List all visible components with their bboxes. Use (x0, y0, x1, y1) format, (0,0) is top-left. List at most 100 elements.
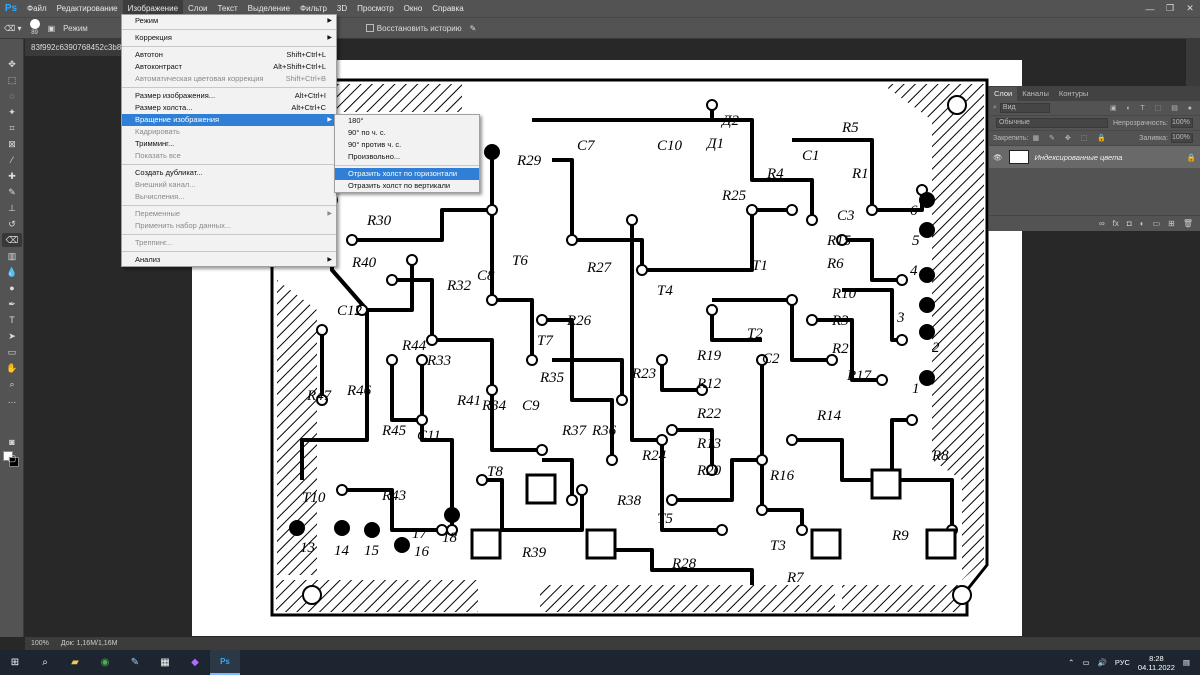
eraser-tool-icon[interactable]: ⌫ (2, 233, 22, 247)
search-icon: ⌕ (993, 104, 997, 111)
add-mask-icon[interactable]: ◘ (1127, 219, 1132, 228)
image-menu-item-shortcut: Alt+Ctrl+C (291, 103, 326, 112)
eye-icon[interactable]: 👁 (993, 153, 1003, 162)
paint-icon[interactable]: ✎ (120, 650, 150, 675)
blend-mode-select[interactable]: Обычные (996, 118, 1108, 128)
delete-layer-icon[interactable]: 🗑 (1183, 219, 1193, 228)
layer-item[interactable]: 👁 Индексированные цвета 🔒 (989, 146, 1200, 168)
app-icon[interactable]: ◆ (180, 650, 210, 675)
dodge-tool-icon[interactable]: ● (2, 281, 22, 295)
opacity-label: Непрозрачность: (1113, 119, 1168, 127)
image-menu-item[interactable]: Коррекция ▶ (122, 32, 336, 44)
image-rotation-submenu: 180° 90° по ч. с. 90° против ч. с. Произвол… (334, 114, 480, 193)
type-tool-icon[interactable]: T (2, 313, 22, 327)
language-indicator[interactable]: РУС (1115, 658, 1130, 667)
tab-channels[interactable]: Каналы (1017, 87, 1054, 101)
blur-tool-icon[interactable]: 💧 (2, 265, 22, 279)
pcb-label: R26 (566, 313, 592, 329)
zoom-tool-icon[interactable]: ⌕ (2, 377, 22, 391)
windows-start-icon[interactable]: ⊞ (0, 650, 30, 675)
image-menu-item[interactable]: Создать дубликат... (122, 167, 336, 179)
menu-file[interactable]: Файл (22, 0, 52, 17)
maximize-button[interactable]: ❐ (1160, 0, 1180, 17)
healing-tool-icon[interactable]: ✚ (2, 169, 22, 183)
brush-tool-icon[interactable]: ✎ (2, 185, 22, 199)
rotate-menu-item[interactable]: 180° (335, 115, 479, 127)
image-menu-item[interactable]: Режим ▶ (122, 15, 336, 27)
pcb-label: T6 (512, 253, 528, 269)
panel-icon-strip (1186, 39, 1200, 86)
image-menu-item[interactable]: Автоконтраст Alt+Shift+Ctrl+L (122, 61, 336, 73)
rotate-menu-item[interactable]: Произвольно... (335, 151, 479, 163)
shape-tool-icon[interactable]: ▭ (2, 345, 22, 359)
menu-view[interactable]: Просмотр (352, 0, 399, 17)
eyedropper-tool-icon[interactable]: ⁄ (2, 153, 22, 167)
path-select-tool-icon[interactable]: ➤ (2, 329, 22, 343)
marquee-tool-icon[interactable]: ⬚ (2, 73, 22, 87)
menu-help[interactable]: Справка (427, 0, 468, 17)
lock-icons[interactable]: ▦ ✎ ✥ ⬚ 🔒 (1032, 134, 1109, 142)
pcb-label: R1 (851, 166, 869, 182)
tab-paths[interactable]: Контуры (1054, 87, 1093, 101)
rotate-menu-item[interactable]: 90° по ч. с. (335, 127, 479, 139)
new-layer-icon[interactable]: ⊞ (1168, 219, 1175, 228)
image-menu-item[interactable]: Размер холста... Alt+Ctrl+C (122, 102, 336, 114)
image-menu-item[interactable]: Анализ ▶ (122, 254, 336, 266)
minimize-button[interactable]: — (1140, 0, 1160, 17)
rotate-menu-item[interactable]: Отразить холст по горизонтали (335, 168, 479, 180)
pen-tool-icon[interactable]: ✒ (2, 297, 22, 311)
rotate-menu-item[interactable]: 90° против ч. с. (335, 139, 479, 151)
calculator-icon[interactable]: ▦ (150, 650, 180, 675)
brush-preset-picker[interactable]: 89 (26, 17, 44, 39)
network-icon[interactable]: ▭ (1082, 658, 1089, 667)
pcb-label: R7 (786, 570, 805, 586)
image-menu-item[interactable]: Размер изображения... Alt+Ctrl+I (122, 90, 336, 102)
pcb-label: T3 (770, 538, 786, 554)
quick-mask-icon[interactable]: ◙ (2, 435, 22, 449)
clock[interactable]: 8:28 04.11.2022 (1138, 654, 1175, 672)
quick-select-tool-icon[interactable]: ✦ (2, 105, 22, 119)
layer-style-icon[interactable]: fx (1113, 219, 1119, 228)
image-menu-item[interactable]: Автотон Shift+Ctrl+L (122, 49, 336, 61)
history-brush-tool-icon[interactable]: ↺ (2, 217, 22, 231)
crop-tool-icon[interactable]: ⌗ (2, 121, 22, 135)
tab-layers[interactable]: Слои (989, 87, 1018, 101)
image-menu-item[interactable]: Тримминг... (122, 138, 336, 150)
search-icon[interactable]: ⌕ (30, 650, 60, 675)
volume-icon[interactable]: 🔊 (1098, 658, 1107, 667)
brush-settings-icon[interactable]: ▣ (44, 17, 60, 39)
new-group-icon[interactable]: ▭ (1153, 219, 1161, 228)
move-tool-icon[interactable]: ✥ (2, 57, 22, 71)
pressure-icon[interactable]: ✎ (466, 17, 481, 39)
file-explorer-icon[interactable]: ▰ (60, 650, 90, 675)
menu-window[interactable]: Окно (399, 0, 428, 17)
image-menu-item: Переменные ▶ (122, 208, 336, 220)
tray-chevron-icon[interactable]: ⌃ (1068, 658, 1074, 667)
pcb-label: C2 (762, 351, 780, 367)
stamp-tool-icon[interactable]: ⊥ (2, 201, 22, 215)
lasso-tool-icon[interactable]: ◌ (2, 89, 22, 103)
chrome-icon[interactable]: ◉ (90, 650, 120, 675)
gradient-tool-icon[interactable]: ▥ (2, 249, 22, 263)
opacity-input[interactable]: 100% (1171, 118, 1193, 128)
filter-icons[interactable]: ▣ ◐ T ⬚ ▤ ● (1110, 104, 1196, 112)
restore-history-checkbox[interactable]: Восстановить историю (362, 17, 466, 39)
document-info[interactable]: Док: 1,16M/1,16M (55, 640, 124, 647)
frame-tool-icon[interactable]: ⊠ (2, 137, 22, 151)
rotate-menu-item[interactable]: Отразить холст по вертикали (335, 180, 479, 192)
screen-mode-icon[interactable]: ▢ (2, 451, 22, 465)
pcb-label: R25 (721, 188, 747, 204)
more-tools-icon[interactable]: … (2, 393, 22, 407)
layer-kind-filter[interactable]: Вид (999, 103, 1050, 113)
adjustment-layer-icon[interactable]: ◐ (1140, 219, 1145, 228)
link-layers-icon[interactable]: ∞ (1099, 219, 1105, 228)
zoom-level[interactable]: 100% (25, 640, 55, 647)
photoshop-taskbar-icon[interactable]: Ps (210, 650, 240, 675)
hand-tool-icon[interactable]: ✋ (2, 361, 22, 375)
notifications-icon[interactable]: ▤ (1183, 658, 1190, 667)
close-button[interactable]: ✕ (1180, 0, 1200, 17)
eraser-tool-icon[interactable]: ⌫ ▾ (0, 17, 26, 39)
fill-input[interactable]: 100% (1171, 133, 1193, 143)
image-menu-item[interactable]: Вращение изображения ▶ (122, 114, 336, 126)
menu-edit[interactable]: Редактирование (52, 0, 123, 17)
